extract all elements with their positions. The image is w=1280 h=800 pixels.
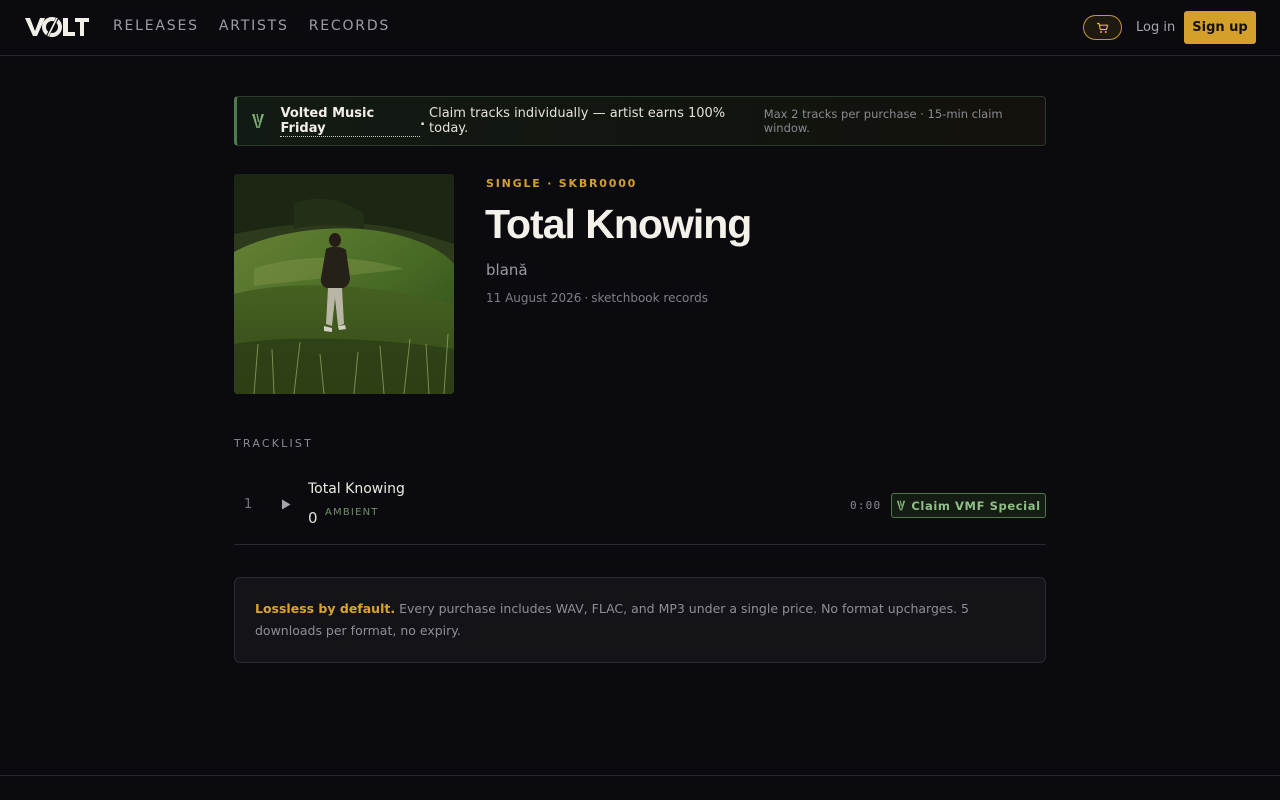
- cart-icon: [1097, 22, 1109, 33]
- main-nav: RELEASES ARTISTS RECORDS: [113, 18, 390, 34]
- banner-note: Max 2 tracks per purchase · 15-min claim…: [763, 107, 1003, 135]
- track-genre-tag[interactable]: AMBIENT: [325, 507, 379, 518]
- release-artist-link[interactable]: blană: [486, 261, 528, 279]
- banner-title-period: .: [420, 113, 426, 129]
- cart-button[interactable]: [1083, 15, 1122, 40]
- release-title: Total Knowing: [485, 201, 752, 247]
- top-navigation-bar: RELEASES ARTISTS RECORDS Log in Sign up: [0, 0, 1280, 56]
- album-cover: [234, 174, 454, 394]
- release-label-link[interactable]: sketchbook records: [591, 291, 708, 305]
- track-number: 1: [244, 497, 253, 512]
- vmf-banner: Volted Music Friday . Claim tracks indiv…: [234, 96, 1046, 146]
- claim-vmf-button[interactable]: Claim VMF Special: [891, 493, 1046, 518]
- nav-artists[interactable]: ARTISTS: [219, 18, 289, 34]
- track-count: 0: [308, 509, 318, 527]
- banner-message: Claim tracks individually — artist earns…: [429, 106, 726, 136]
- play-button[interactable]: [278, 496, 294, 512]
- volt-logo-mark: [25, 16, 89, 38]
- meta-separator: ·: [584, 291, 589, 305]
- release-eyebrow: SINGLE · SKBR0000: [486, 177, 638, 190]
- volt-logo[interactable]: [24, 16, 90, 38]
- login-link[interactable]: Log in: [1136, 20, 1175, 35]
- claim-button-label: Claim VMF Special: [911, 498, 1041, 513]
- banner-title-link[interactable]: Volted Music Friday: [280, 106, 421, 137]
- signup-button[interactable]: Sign up: [1184, 11, 1256, 44]
- release-date: 11 August 2026: [486, 291, 582, 305]
- track-row: 1 Total Knowing 0 AMBIENT 0:00 Claim VMF…: [234, 468, 1046, 545]
- nav-releases[interactable]: RELEASES: [113, 18, 199, 34]
- track-title[interactable]: Total Knowing: [308, 481, 405, 497]
- tracklist-heading: TRACKLIST: [234, 437, 314, 450]
- play-icon: [282, 499, 291, 509]
- volt-v-icon: [251, 111, 270, 131]
- volt-v-icon: [897, 500, 906, 511]
- lossless-info-box: Lossless by default. Every purchase incl…: [234, 577, 1046, 663]
- release-meta: 11 August 2026 · sketchbook records: [486, 291, 708, 305]
- info-lead: Lossless by default.: [255, 601, 396, 616]
- track-duration: 0:00: [850, 499, 882, 512]
- footer-divider: [0, 775, 1280, 776]
- nav-records[interactable]: RECORDS: [309, 18, 390, 34]
